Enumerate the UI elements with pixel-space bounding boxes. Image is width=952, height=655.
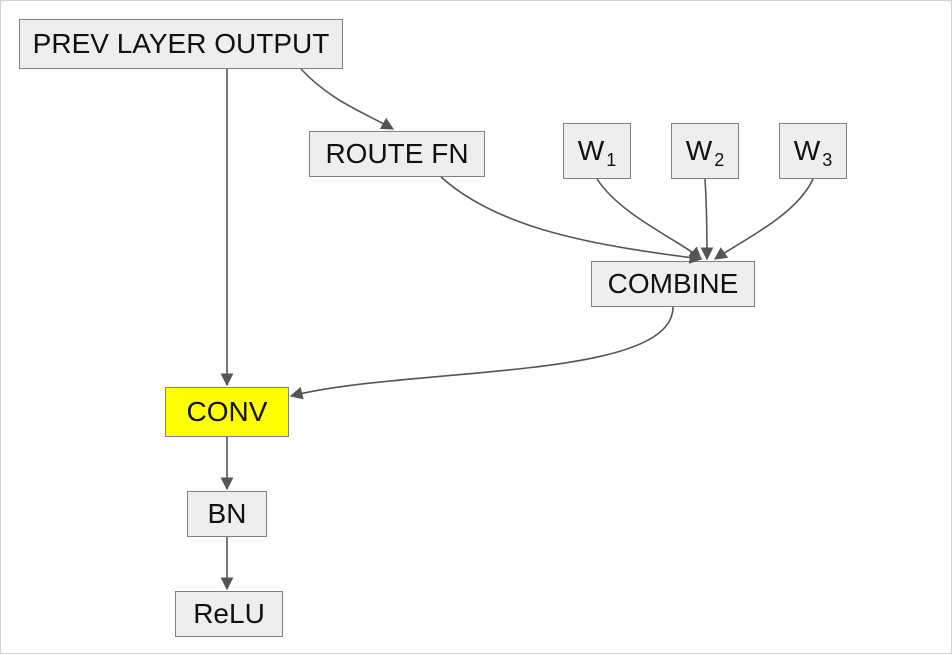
node-route-fn: ROUTE FN (309, 131, 485, 177)
edge-combine-to-conv (291, 307, 673, 396)
node-bn: BN (187, 491, 267, 537)
node-w2: W2 (671, 123, 739, 179)
node-label: COMBINE (608, 268, 739, 300)
node-label: ROUTE FN (325, 138, 468, 170)
edge-w2-to-combine (705, 179, 707, 259)
diagram-edges (1, 1, 952, 655)
edge-prev-to-route (301, 69, 393, 129)
node-label: PREV LAYER OUTPUT (33, 28, 330, 60)
edge-w3-to-combine (715, 179, 813, 259)
node-w1: W1 (563, 123, 631, 179)
node-combine: COMBINE (591, 261, 755, 307)
edge-route-to-combine (441, 177, 701, 259)
node-w3: W3 (779, 123, 847, 179)
node-label: ReLU (193, 598, 265, 630)
diagram-canvas: PREV LAYER OUTPUT ROUTE FN W1 W2 W3 COMB… (0, 0, 952, 654)
node-prev-layer-output: PREV LAYER OUTPUT (19, 19, 343, 69)
edge-w1-to-combine (597, 179, 701, 259)
node-label: CONV (187, 396, 268, 428)
node-label: BN (208, 498, 247, 530)
node-relu: ReLU (175, 591, 283, 637)
node-label: W1 (578, 135, 616, 167)
node-label: W3 (794, 135, 832, 167)
node-conv: CONV (165, 387, 289, 437)
node-label: W2 (686, 135, 724, 167)
